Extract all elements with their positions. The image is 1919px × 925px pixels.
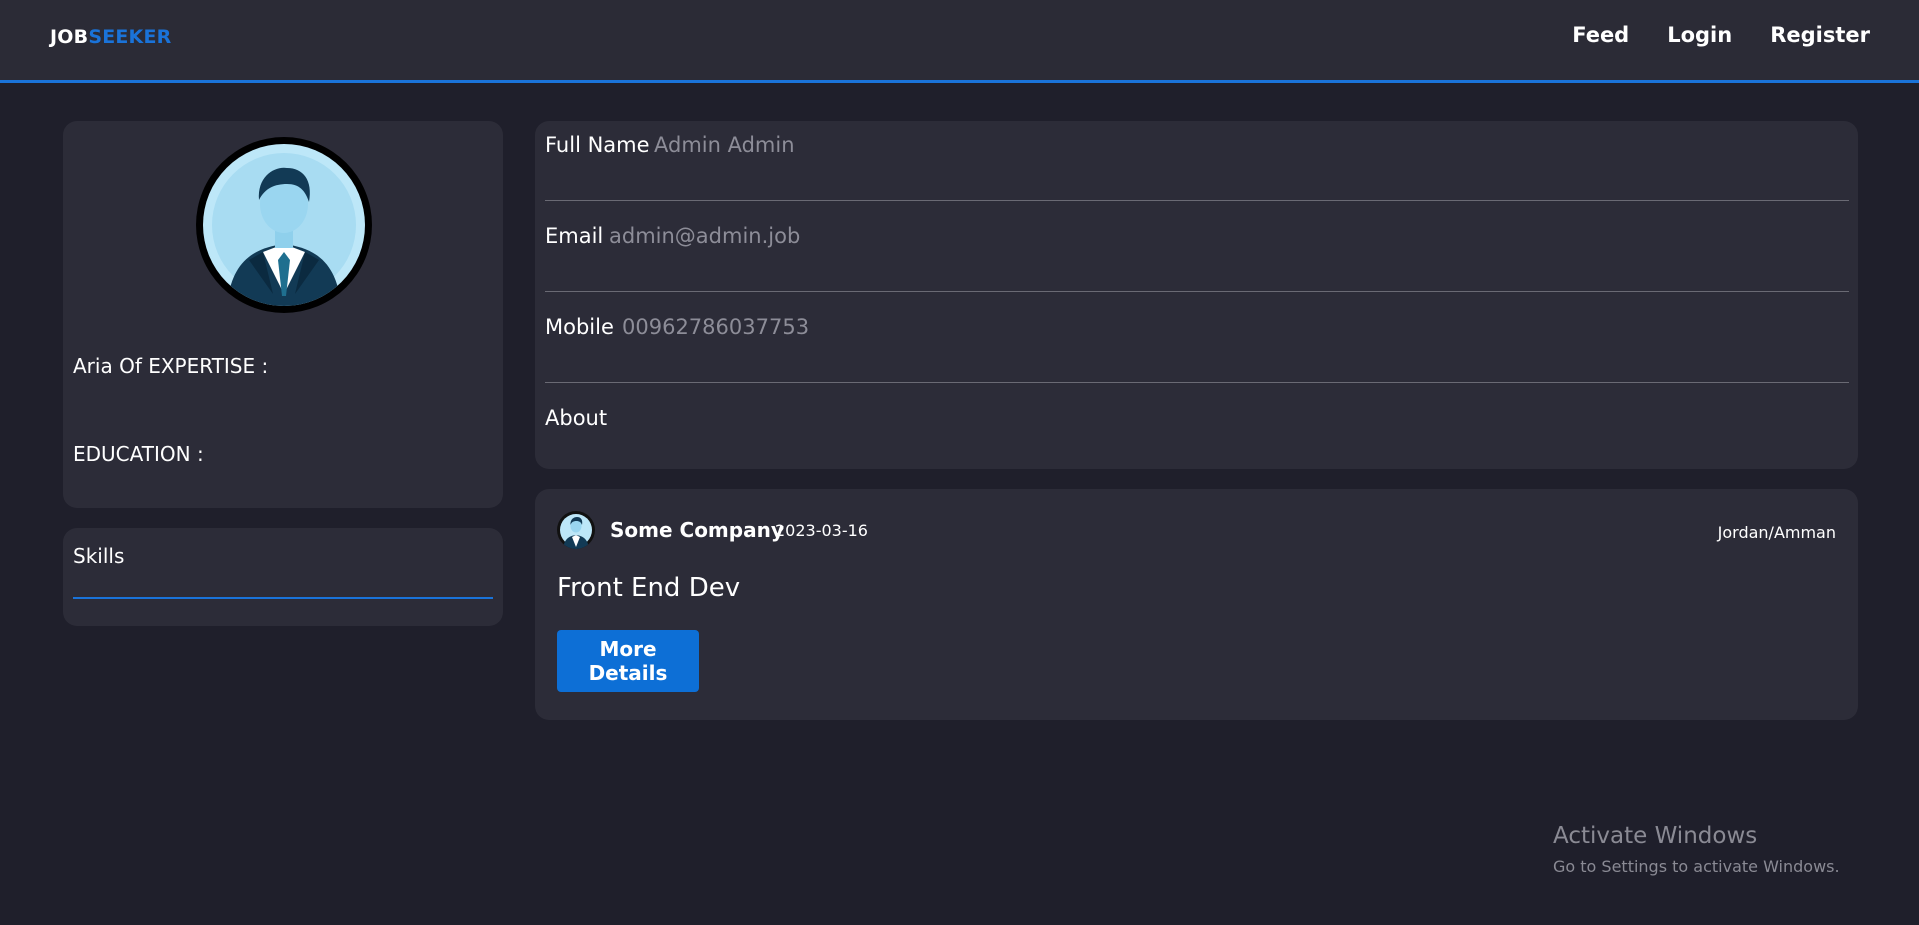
- full-name-value: Admin Admin: [654, 133, 795, 157]
- avatar: [196, 137, 372, 313]
- company-name[interactable]: Some Company: [610, 518, 784, 542]
- windows-activation-watermark: Activate Windows Go to Settings to activ…: [1553, 823, 1840, 876]
- profile-card: Aria Of EXPERTISE : EDUCATION :: [63, 121, 503, 508]
- navbar: JOBSEEKER Feed Login Register: [0, 0, 1919, 83]
- skills-card: Skills: [63, 528, 503, 626]
- divider: [545, 291, 1849, 292]
- full-name-label: Full Name: [545, 133, 650, 157]
- job-title: Front End Dev: [557, 573, 741, 603]
- email-row: Email admin@admin.job: [545, 212, 1849, 303]
- mobile-label: Mobile: [545, 315, 614, 339]
- brand-logo-part1: JOB: [50, 26, 89, 48]
- expertise-label: Aria Of EXPERTISE :: [73, 354, 269, 378]
- profile-info-card: Full Name Admin Admin Email admin@admin.…: [535, 121, 1858, 469]
- brand-logo[interactable]: JOBSEEKER: [50, 26, 172, 48]
- more-details-button[interactable]: More Details: [557, 630, 699, 692]
- company-avatar-icon: [557, 511, 595, 549]
- email-value: admin@admin.job: [609, 224, 801, 248]
- job-location: Jordan/Amman: [1717, 523, 1836, 542]
- skills-divider: [73, 597, 493, 599]
- email-label: Email: [545, 224, 604, 248]
- nav-link-feed[interactable]: Feed: [1572, 23, 1629, 47]
- watermark-subtitle: Go to Settings to activate Windows.: [1553, 857, 1840, 876]
- full-name-row: Full Name Admin Admin: [545, 121, 1849, 212]
- nav-links: Feed Login Register: [1572, 23, 1870, 47]
- nav-link-login[interactable]: Login: [1667, 23, 1732, 47]
- divider: [545, 200, 1849, 201]
- brand-logo-part2: SEEKER: [88, 26, 172, 48]
- user-avatar-icon: [203, 144, 365, 306]
- nav-link-register[interactable]: Register: [1770, 23, 1870, 47]
- divider: [545, 382, 1849, 383]
- watermark-title: Activate Windows: [1553, 823, 1758, 849]
- mobile-row: Mobile 00962786037753: [545, 303, 1849, 394]
- job-post-card: Some Company 2023-03-16 Jordan/Amman Fro…: [535, 489, 1858, 720]
- about-label: About: [545, 406, 608, 430]
- skills-title: Skills: [73, 544, 125, 568]
- mobile-value: 00962786037753: [622, 315, 810, 339]
- education-label: EDUCATION :: [73, 442, 204, 466]
- post-date: 2023-03-16: [775, 521, 868, 540]
- about-row: About: [545, 394, 1849, 485]
